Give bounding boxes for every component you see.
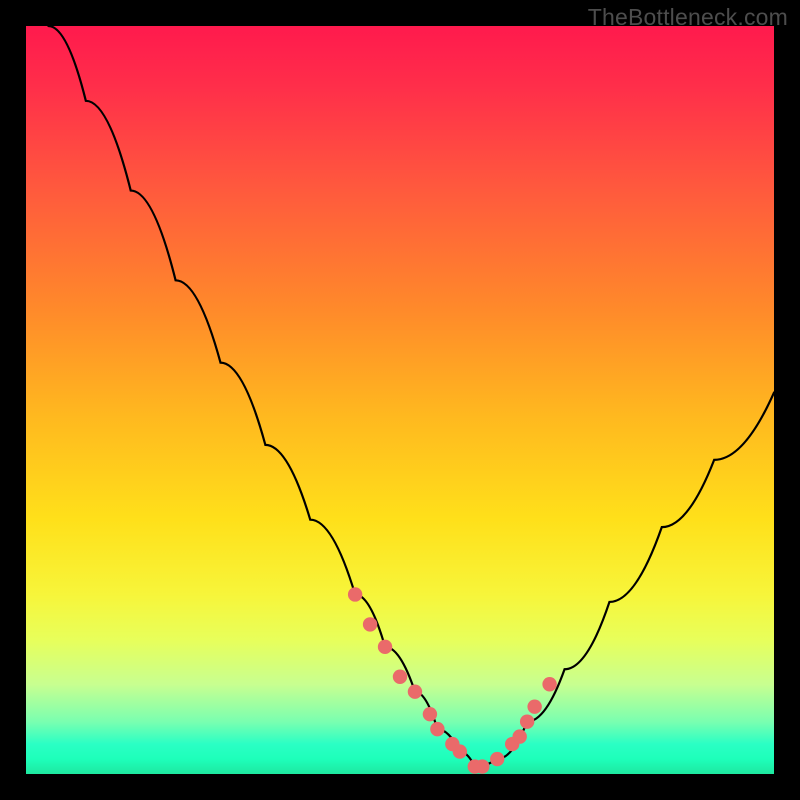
highlight-dot: [393, 670, 407, 684]
highlight-dot: [453, 744, 467, 758]
highlight-dot: [348, 587, 362, 601]
highlight-dot: [520, 714, 534, 728]
highlight-dot: [512, 729, 526, 743]
chart-svg: [26, 26, 774, 774]
highlight-dot: [408, 685, 422, 699]
highlight-dot: [430, 722, 444, 736]
highlight-dot: [490, 752, 504, 766]
chart-frame: TheBottleneck.com: [0, 0, 800, 800]
bottleneck-curve: [48, 26, 774, 767]
highlight-dot: [363, 617, 377, 631]
highlight-dot: [475, 759, 489, 773]
highlight-dot: [378, 640, 392, 654]
highlight-dot: [542, 677, 556, 691]
highlight-dot: [423, 707, 437, 721]
plot-area: [26, 26, 774, 774]
highlight-dot: [527, 699, 541, 713]
